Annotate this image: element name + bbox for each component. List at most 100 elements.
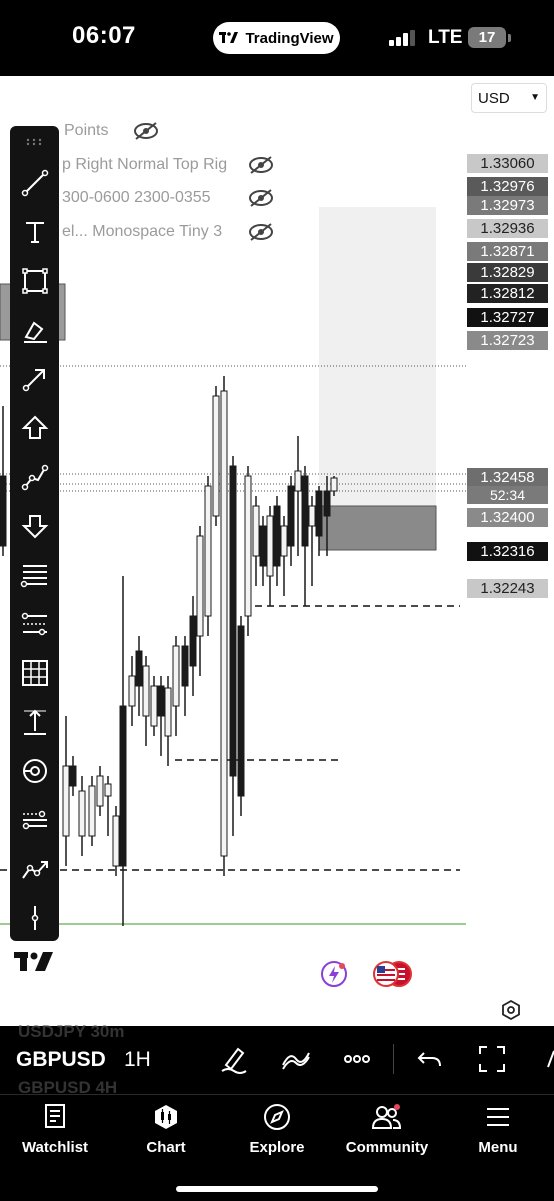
candle-body bbox=[172, 645, 180, 707]
indicator-row-3[interactable]: 300-0600 2300-0355 bbox=[62, 184, 211, 212]
app-pill[interactable]: TradingView bbox=[213, 22, 340, 54]
lines-icon[interactable] bbox=[14, 604, 55, 644]
candle-body bbox=[330, 477, 338, 492]
bar-countdown: 52:34 bbox=[467, 486, 548, 504]
app-pill-label: TradingView bbox=[245, 29, 334, 47]
candle-body bbox=[294, 470, 302, 492]
drawing-tools-icon[interactable] bbox=[218, 1043, 250, 1075]
indicator-row-4[interactable]: el... Monospace Tiny 3 bbox=[62, 218, 222, 246]
signal-icon bbox=[389, 30, 415, 46]
candle-body bbox=[196, 535, 204, 637]
candle-body bbox=[142, 665, 150, 717]
stop-zone[interactable] bbox=[318, 505, 437, 551]
currency-value: USD bbox=[478, 89, 510, 107]
price-label: 1.32723 bbox=[467, 331, 548, 350]
forecast-icon[interactable] bbox=[14, 849, 55, 889]
watchlist-icon bbox=[45, 1104, 65, 1128]
candle-body bbox=[301, 475, 309, 547]
eye-off-icon[interactable] bbox=[133, 121, 159, 141]
fib-icon[interactable] bbox=[14, 555, 55, 595]
price-label: 1.32812 bbox=[467, 284, 548, 303]
candle-body bbox=[112, 815, 120, 867]
price-label: 1.32936 bbox=[467, 219, 548, 238]
brush-icon[interactable] bbox=[14, 310, 55, 350]
symbol-picker-ghost-top: USDJPY 30m bbox=[18, 1022, 125, 1041]
text-icon[interactable] bbox=[14, 212, 55, 252]
symbol-bar: USDJPY 30m GBPUSD 1H GBPUSD 4H bbox=[0, 1022, 554, 1097]
drawing-toolbar bbox=[10, 126, 59, 941]
candle-body bbox=[128, 675, 136, 707]
rectangle-icon[interactable] bbox=[14, 261, 55, 301]
indicator-label: p Right Normal Top Rig bbox=[62, 156, 228, 173]
candle-body bbox=[220, 390, 228, 857]
arrow-down-icon[interactable] bbox=[14, 506, 55, 546]
tab-label: Watchlist bbox=[21, 1139, 89, 1156]
tradingview-logo-icon bbox=[219, 32, 239, 43]
price-label: 1.32829 bbox=[467, 263, 548, 282]
symbol-name[interactable]: GBPUSD bbox=[16, 1048, 106, 1072]
indicator-row-1[interactable]: Points bbox=[64, 117, 108, 145]
path-icon[interactable] bbox=[14, 457, 55, 497]
status-time: 06:07 bbox=[72, 22, 136, 49]
chevron-down-icon: ▼ bbox=[530, 92, 540, 103]
grid-icon[interactable] bbox=[14, 653, 55, 693]
fullscreen-icon[interactable] bbox=[476, 1043, 508, 1075]
battery-icon: 17 bbox=[468, 27, 506, 48]
settings-lines-icon[interactable] bbox=[14, 800, 55, 840]
indicator-label: el... Monospace Tiny 3 bbox=[62, 223, 223, 240]
price-label: 1.32871 bbox=[467, 242, 548, 261]
candle-body bbox=[181, 645, 189, 687]
tab-chart[interactable]: Chart bbox=[116, 1103, 216, 1163]
tab-community[interactable]: Community bbox=[337, 1103, 437, 1163]
currency-flags-icon[interactable] bbox=[371, 960, 415, 988]
settings-icon[interactable] bbox=[500, 999, 522, 1021]
long-position-zone[interactable] bbox=[319, 207, 436, 506]
menu-icon bbox=[487, 1108, 509, 1126]
indicators-icon[interactable] bbox=[280, 1043, 312, 1075]
candle-body bbox=[266, 515, 274, 577]
eye-off-icon[interactable] bbox=[248, 188, 274, 208]
divider bbox=[393, 1044, 394, 1074]
candle-body bbox=[96, 775, 104, 807]
tab-label: Community bbox=[345, 1139, 429, 1156]
undo-icon[interactable] bbox=[414, 1043, 446, 1075]
candle-body bbox=[0, 475, 7, 547]
vertical-line-icon[interactable] bbox=[14, 898, 55, 938]
chart-area[interactable]: USD ▼ Points p Right Normal Top Rig 300-… bbox=[0, 76, 554, 1026]
tradingview-logo-icon bbox=[14, 952, 53, 971]
candle-body bbox=[88, 785, 96, 837]
chart-icon bbox=[155, 1105, 177, 1129]
arrow-up-icon[interactable] bbox=[14, 408, 55, 448]
price-label: 1.33060 bbox=[467, 154, 548, 173]
eye-off-icon[interactable] bbox=[248, 222, 274, 242]
tab-watchlist[interactable]: Watchlist bbox=[5, 1103, 105, 1163]
price-label: 1.32976 bbox=[467, 177, 548, 196]
chevron-right-icon[interactable] bbox=[538, 1043, 554, 1075]
candle-body bbox=[189, 615, 197, 667]
eye-off-icon[interactable] bbox=[248, 155, 274, 175]
currency-select[interactable]: USD ▼ bbox=[471, 83, 547, 113]
measure-icon[interactable] bbox=[14, 702, 55, 742]
trend-line-icon[interactable] bbox=[14, 163, 55, 203]
tab-menu[interactable]: Menu bbox=[448, 1103, 548, 1163]
indicator-row-2[interactable]: p Right Normal Top Rig bbox=[62, 151, 227, 179]
community-icon bbox=[371, 1104, 402, 1129]
candle-body bbox=[164, 687, 172, 737]
more-icon[interactable] bbox=[341, 1043, 373, 1075]
home-indicator bbox=[176, 1186, 378, 1192]
price-label: 1.32727 bbox=[467, 308, 548, 327]
tab-label: Chart bbox=[146, 1139, 186, 1156]
bottom-tab-bar: Watchlist Chart Explore Community Menu bbox=[0, 1094, 554, 1201]
circle-target-icon[interactable] bbox=[14, 751, 55, 791]
bolt-icon[interactable] bbox=[320, 960, 348, 988]
tab-explore[interactable]: Explore bbox=[227, 1103, 327, 1163]
candle-body bbox=[78, 790, 86, 837]
price-label: 1.32400 bbox=[467, 508, 548, 527]
drag-handle-icon[interactable] bbox=[25, 138, 43, 146]
arrow-icon[interactable] bbox=[14, 359, 55, 399]
price-label: 1.32458 bbox=[467, 468, 548, 487]
candle-body bbox=[315, 490, 323, 537]
candle-body bbox=[69, 765, 77, 787]
interval-button[interactable]: 1H bbox=[124, 1048, 151, 1072]
battery-level: 17 bbox=[478, 29, 496, 46]
